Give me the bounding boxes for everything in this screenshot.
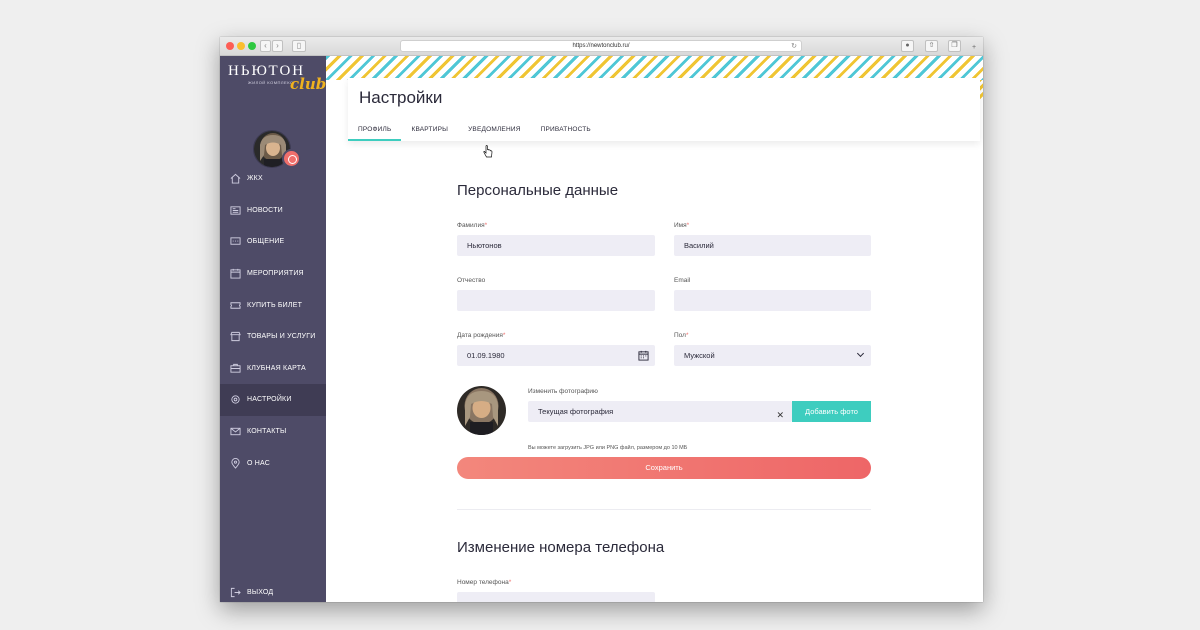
download-icon[interactable]: ● (901, 40, 914, 52)
divider (457, 509, 871, 510)
phone-change-title: Изменение номера телефона (457, 539, 665, 556)
phone-label: Номер телефона* (457, 579, 512, 586)
save-button[interactable]: Сохранить (457, 457, 871, 479)
sidebar-item-chat[interactable]: ОБЩЕНИЕ (220, 226, 326, 258)
logout-label: ВЫХОД (247, 588, 274, 596)
house-icon (230, 174, 241, 184)
browser-toolbar: ‹ › ▯ https://newtonclub.ru/ ↻ ● ⇧ ❐ + (220, 37, 983, 56)
current-photo-field[interactable]: Текущая фотография ✕ (528, 401, 792, 422)
url-text: https://newtonclub.ru/ (572, 43, 630, 49)
sidebar-toggle-icon[interactable]: ▯ (292, 40, 306, 52)
hand-cursor-icon (483, 145, 493, 158)
personal-data-title: Персональные данные (457, 182, 619, 199)
phone-field[interactable] (457, 592, 655, 602)
page-title: Настройки (359, 88, 443, 107)
decorative-stripes (326, 56, 983, 80)
gender-value: Мужской (684, 351, 715, 360)
sidebar-item-label: ЖКХ (247, 175, 263, 183)
calendar-icon (230, 268, 241, 279)
patronymic-label: Отчество (457, 277, 486, 284)
sidebar-item-label: НАСТРОЙКИ (247, 396, 292, 404)
address-bar[interactable]: https://newtonclub.ru/ ↻ (400, 40, 802, 52)
sidebar-menu: ЖКХ НОВОСТИ ОБЩЕНИЕ МЕРОПРИЯТИЯ КУПИТЬ Б… (220, 163, 326, 479)
surname-field[interactable]: Ньютонов (457, 235, 655, 256)
birthdate-field[interactable]: 01.09.1980 (457, 345, 655, 366)
sidebar-item-about[interactable]: О НАС (220, 447, 326, 479)
sidebar-item-label: КОНТАКТЫ (247, 428, 287, 436)
ticket-icon (230, 301, 241, 309)
birthdate-value: 01.09.1980 (467, 351, 505, 360)
close-window-button[interactable] (226, 42, 234, 50)
current-photo-text: Текущая фотография (538, 407, 614, 416)
new-tab-icon[interactable]: + (968, 43, 980, 55)
sidebar: НЬЮТОН ЖИЛОЙ КОМПЛЕКС club ЖКХ НОВОСТИ О… (220, 56, 326, 602)
forward-arrow-icon[interactable]: › (272, 40, 283, 52)
browser-window: ‹ › ▯ https://newtonclub.ru/ ↻ ● ⇧ ❐ + Н… (220, 37, 983, 602)
birthdate-label: Дата рождения* (457, 332, 506, 339)
sidebar-item-label: КЛУБНАЯ КАРТА (247, 364, 306, 372)
profile-photo (457, 386, 506, 435)
patronymic-field[interactable] (457, 290, 655, 311)
add-photo-button[interactable]: Добавить фото (792, 401, 871, 422)
tab-notifications[interactable]: УВЕДОМЛЕНИЯ (458, 121, 531, 141)
sidebar-item-label: МЕРОПРИЯТИЯ (247, 270, 304, 278)
sidebar-item-label: НОВОСТИ (247, 206, 283, 214)
reload-icon[interactable]: ↻ (791, 41, 797, 52)
email-field[interactable] (674, 290, 871, 311)
card-icon (230, 363, 241, 373)
name-label: Имя* (674, 222, 690, 229)
settings-header: Настройки ПРОФИЛЬ КВАРТИРЫ УВЕДОМЛЕНИЯ П… (348, 78, 980, 141)
sidebar-item-label: О НАС (247, 459, 271, 467)
gear-icon (231, 395, 240, 405)
sidebar-item-label: ОБЩЕНИЕ (247, 238, 285, 246)
logo-club: club (290, 75, 327, 93)
change-photo-label: Изменить фотографию (528, 388, 598, 395)
logo[interactable]: НЬЮТОН ЖИЛОЙ КОМПЛЕКС club (228, 63, 326, 97)
share-icon[interactable]: ⇧ (925, 40, 938, 52)
tabs-icon[interactable]: ❐ (948, 40, 961, 52)
minimize-window-button[interactable] (237, 42, 245, 50)
newspaper-icon (230, 206, 241, 215)
location-icon (231, 457, 240, 469)
sidebar-item-news[interactable]: НОВОСТИ (220, 195, 326, 227)
maximize-window-button[interactable] (248, 42, 256, 50)
name-field[interactable]: Василий (674, 235, 871, 256)
logo-tagline: ЖИЛОЙ КОМПЛЕКС (248, 80, 294, 85)
mail-icon (230, 427, 241, 436)
chat-icon (230, 237, 241, 246)
gender-select[interactable]: Мужской (674, 345, 871, 366)
back-arrow-icon[interactable]: ‹ (260, 40, 271, 52)
chevron-down-icon (856, 349, 865, 358)
sidebar-item-shop[interactable]: ТОВАРЫ И УСЛУГИ (220, 321, 326, 353)
close-icon[interactable]: ✕ (776, 405, 784, 426)
calendar-icon[interactable] (638, 350, 649, 361)
tab-profile[interactable]: ПРОФИЛЬ (348, 121, 402, 141)
logout-button[interactable]: ВЫХОД (220, 584, 326, 600)
sidebar-item-club-card[interactable]: КЛУБНАЯ КАРТА (220, 353, 326, 385)
sidebar-item-tickets[interactable]: КУПИТЬ БИЛЕТ (220, 289, 326, 321)
tab-privacy[interactable]: ПРИВАТНОСТЬ (531, 121, 601, 141)
sidebar-item-label: КУПИТЬ БИЛЕТ (247, 301, 303, 309)
sidebar-item-contacts[interactable]: КОНТАКТЫ (220, 416, 326, 448)
surname-label: Фамилия* (457, 222, 488, 229)
tab-apartments[interactable]: КВАРТИРЫ (401, 121, 458, 141)
sidebar-item-events[interactable]: МЕРОПРИЯТИЯ (220, 258, 326, 290)
sidebar-item-zhkh[interactable]: ЖКХ (220, 163, 326, 195)
shop-icon (230, 332, 241, 342)
logout-icon (230, 587, 241, 597)
settings-tabs: ПРОФИЛЬ КВАРТИРЫ УВЕДОМЛЕНИЯ ПРИВАТНОСТЬ (348, 121, 601, 141)
main-content: Настройки ПРОФИЛЬ КВАРТИРЫ УВЕДОМЛЕНИЯ П… (326, 56, 983, 602)
sidebar-item-settings[interactable]: НАСТРОЙКИ (220, 384, 326, 416)
email-label: Email (674, 277, 691, 284)
gender-label: Пол* (674, 332, 689, 339)
photo-hint: Вы можете загрузить JPG или PNG файл, ра… (528, 445, 688, 451)
sidebar-item-label: ТОВАРЫ И УСЛУГИ (247, 333, 316, 341)
